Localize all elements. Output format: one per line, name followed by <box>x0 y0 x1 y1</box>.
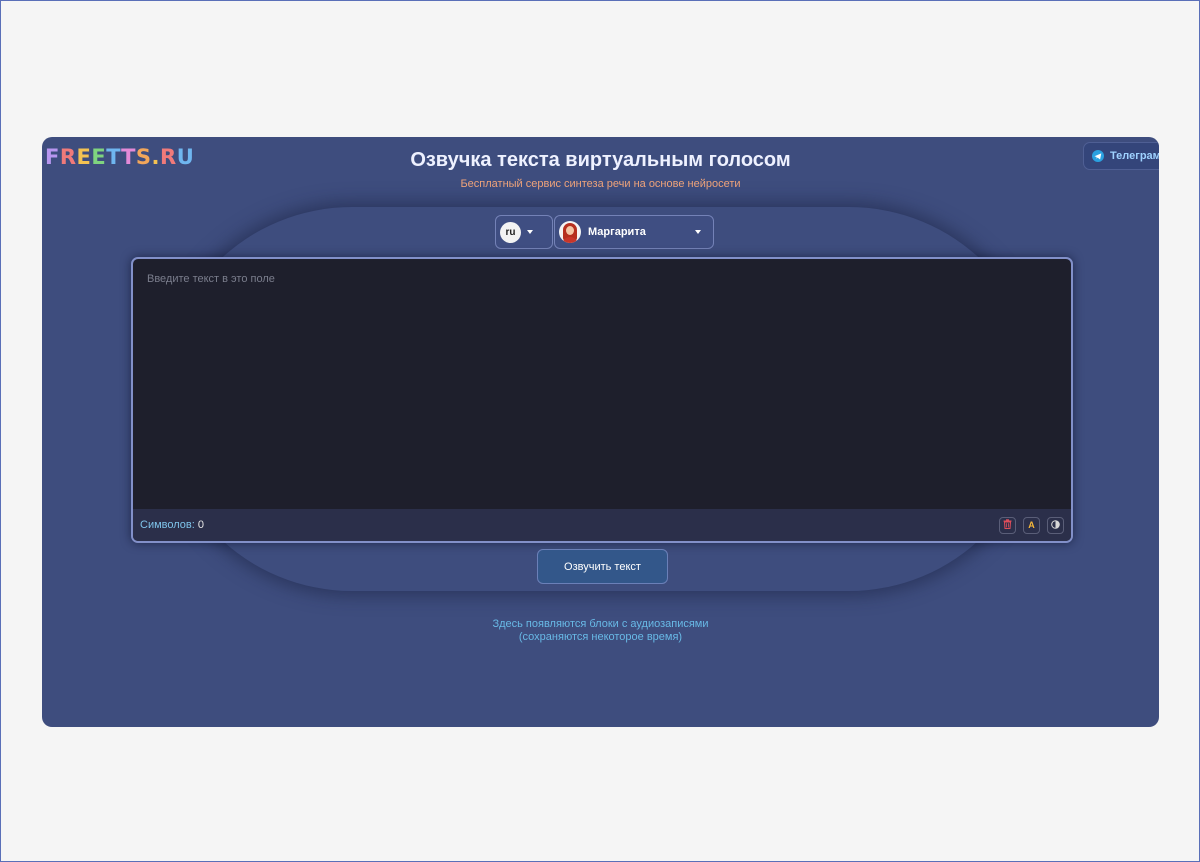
language-select[interactable]: ru <box>495 215 553 249</box>
editor-footer: Символов: 0 A <box>133 509 1071 541</box>
font-size-button[interactable]: A <box>1023 516 1040 534</box>
page-title: Озвучка текста виртуальным голосом <box>410 149 791 171</box>
telegram-label: Телеграм <box>1110 150 1159 162</box>
theme-toggle-button[interactable] <box>1047 516 1064 534</box>
page-subtitle: Бесплатный сервис синтеза речи на основе… <box>460 178 741 190</box>
contrast-icon <box>1051 519 1060 531</box>
voice-name: Маргарита <box>588 226 646 238</box>
voice-avatar <box>559 221 581 243</box>
telegram-button[interactable]: Телеграм <box>1083 142 1159 170</box>
telegram-icon <box>1092 150 1104 162</box>
chevron-down-icon <box>695 230 701 234</box>
page-frame: FREETTS.RU Озвучка текста виртуальным го… <box>0 0 1200 862</box>
voice-select[interactable]: Маргарита <box>554 215 714 249</box>
char-counter-label: Символов: <box>140 519 195 531</box>
font-a-icon: A <box>1028 520 1035 530</box>
trash-icon <box>1003 519 1012 531</box>
audio-hint-line1: Здесь появляются блоки с аудиозаписями <box>492 618 709 630</box>
clear-text-button[interactable] <box>999 516 1016 534</box>
text-editor: Символов:0 A <box>131 257 1073 543</box>
editor-tools: A <box>999 516 1064 534</box>
text-input[interactable] <box>133 259 1071 509</box>
language-badge: ru <box>500 221 521 243</box>
audio-hint: Здесь появляются блоки с аудиозаписями (… <box>42 618 1159 644</box>
app-container: FREETTS.RU Озвучка текста виртуальным го… <box>42 137 1159 727</box>
speak-button[interactable]: Озвучить текст <box>537 549 668 584</box>
audio-hint-line2: (сохраняются некоторое время) <box>518 631 683 643</box>
chevron-down-icon <box>527 230 533 234</box>
char-counter-value: 0 <box>197 519 204 531</box>
char-counter: Символов: 0 <box>140 519 204 531</box>
